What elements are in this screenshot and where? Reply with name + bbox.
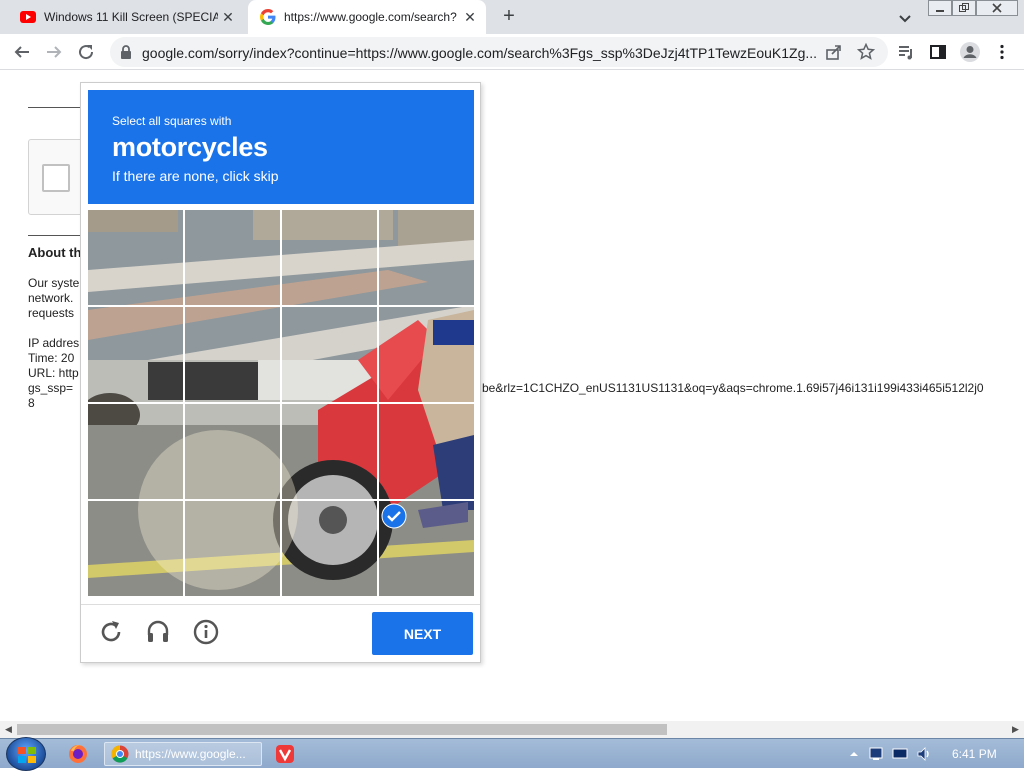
grid-cell[interactable] bbox=[185, 307, 281, 403]
url-label: URL: http bbox=[28, 366, 79, 380]
divider bbox=[28, 235, 88, 236]
url-tail-text: be&rlz=1C1CHZO_enUS1131US1131&oq=y&aqs=c… bbox=[482, 381, 984, 395]
tab-youtube[interactable]: Windows 11 Kill Screen (SPECIAL ✕ bbox=[8, 0, 244, 34]
grid-cell[interactable] bbox=[185, 210, 281, 306]
tab-title: https://www.google.com/search? bbox=[284, 10, 457, 24]
time-label: Time: 20 bbox=[28, 351, 75, 365]
grid-cell[interactable] bbox=[185, 501, 281, 596]
lock-icon[interactable] bbox=[118, 44, 134, 60]
body-line: network. bbox=[28, 291, 74, 305]
profile-avatar-icon[interactable] bbox=[958, 40, 982, 64]
divider bbox=[28, 107, 88, 108]
audio-icon[interactable] bbox=[144, 618, 172, 646]
start-button[interactable] bbox=[6, 737, 46, 771]
new-tab-button[interactable]: + bbox=[498, 6, 520, 28]
grid-cell[interactable] bbox=[379, 210, 474, 306]
url-text: google.com/sorry/index?continue=https://… bbox=[142, 45, 818, 61]
grid-cell[interactable] bbox=[185, 404, 281, 500]
minimize-button[interactable] bbox=[928, 0, 952, 16]
scroll-left-icon[interactable]: ◀ bbox=[0, 721, 17, 738]
firefox-icon[interactable] bbox=[68, 742, 92, 766]
chrome-icon bbox=[111, 745, 129, 763]
grid-cell[interactable] bbox=[379, 307, 474, 403]
challenge-target: motorcycles bbox=[112, 132, 268, 162]
grid-cell-selected[interactable] bbox=[379, 501, 474, 596]
tab-title: Windows 11 Kill Screen (SPECIAL bbox=[44, 10, 218, 24]
network-icon[interactable] bbox=[868, 746, 884, 762]
body-line: requests bbox=[28, 306, 75, 320]
body-line: Our syste bbox=[28, 276, 80, 290]
display-icon[interactable] bbox=[892, 746, 908, 762]
grid-cell[interactable] bbox=[282, 404, 378, 500]
grid-cell[interactable] bbox=[88, 404, 184, 500]
challenge-intro: Select all squares with bbox=[112, 114, 232, 128]
taskbar-chrome-label: https://www.google... bbox=[135, 747, 246, 761]
scroll-right-icon[interactable]: ▶ bbox=[1007, 721, 1024, 738]
google-icon bbox=[260, 9, 276, 25]
challenge-footer-divider bbox=[81, 604, 480, 605]
close-tab-icon[interactable]: ✕ bbox=[460, 7, 480, 27]
challenge-hint: If there are none, click skip bbox=[112, 168, 279, 184]
next-button[interactable]: NEXT bbox=[372, 612, 473, 655]
tab-google[interactable]: https://www.google.com/search? ✕ bbox=[248, 0, 486, 34]
close-window-button[interactable] bbox=[976, 0, 1018, 16]
grid-cell[interactable] bbox=[379, 404, 474, 500]
grid-cell[interactable] bbox=[282, 307, 378, 403]
bookmark-star-icon[interactable] bbox=[854, 40, 878, 64]
info-icon[interactable] bbox=[192, 618, 220, 646]
gs-ssp-line: gs_ssp= bbox=[28, 381, 74, 395]
url-end-text: 8 bbox=[28, 396, 35, 410]
youtube-icon bbox=[20, 9, 36, 25]
ip-address-label: IP addres bbox=[28, 336, 80, 350]
recaptcha-checkbox[interactable] bbox=[42, 164, 70, 192]
grid-cell[interactable] bbox=[282, 501, 378, 596]
windows-logo-icon bbox=[18, 747, 36, 763]
recaptcha-challenge: Select all squares with motorcycles If t… bbox=[80, 82, 481, 663]
checkmark-icon bbox=[381, 503, 407, 529]
volume-icon[interactable] bbox=[916, 746, 932, 762]
grid-cell[interactable] bbox=[88, 501, 184, 596]
forward-button[interactable] bbox=[42, 40, 66, 64]
scrollbar-thumb[interactable] bbox=[17, 724, 667, 735]
tab-strip: Windows 11 Kill Screen (SPECIAL ✕ https:… bbox=[0, 0, 1024, 34]
kebab-menu-icon[interactable] bbox=[990, 40, 1014, 64]
close-tab-icon[interactable]: ✕ bbox=[218, 7, 238, 27]
reload-icon[interactable] bbox=[97, 618, 125, 646]
grid-cell[interactable] bbox=[282, 210, 378, 306]
vivaldi-icon[interactable] bbox=[276, 742, 298, 766]
recaptcha-checkbox-widget bbox=[28, 139, 88, 215]
horizontal-scrollbar[interactable]: ◀ ▶ bbox=[0, 721, 1024, 738]
taskbar-clock[interactable]: 6:41 PM bbox=[952, 747, 997, 761]
image-grid bbox=[88, 210, 474, 596]
reload-button[interactable] bbox=[74, 40, 98, 64]
side-panel-icon[interactable] bbox=[926, 40, 950, 64]
share-icon[interactable] bbox=[822, 40, 846, 64]
taskbar: https://www.google... 6:41 PM bbox=[0, 737, 1024, 771]
challenge-header: Select all squares with motorcycles If t… bbox=[88, 90, 474, 204]
reading-list-icon[interactable] bbox=[894, 40, 918, 64]
address-bar[interactable]: google.com/sorry/index?continue=https://… bbox=[110, 37, 888, 67]
chevron-down-icon[interactable] bbox=[895, 8, 915, 28]
browser-toolbar: google.com/sorry/index?continue=https://… bbox=[0, 34, 1024, 70]
grid-cell[interactable] bbox=[88, 307, 184, 403]
about-heading: About th bbox=[28, 245, 82, 260]
grid-cell[interactable] bbox=[88, 210, 184, 306]
taskbar-chrome-window[interactable]: https://www.google... bbox=[104, 742, 262, 766]
restore-button[interactable] bbox=[952, 0, 976, 16]
tray-overflow-icon[interactable] bbox=[846, 746, 862, 762]
back-button[interactable] bbox=[10, 40, 34, 64]
